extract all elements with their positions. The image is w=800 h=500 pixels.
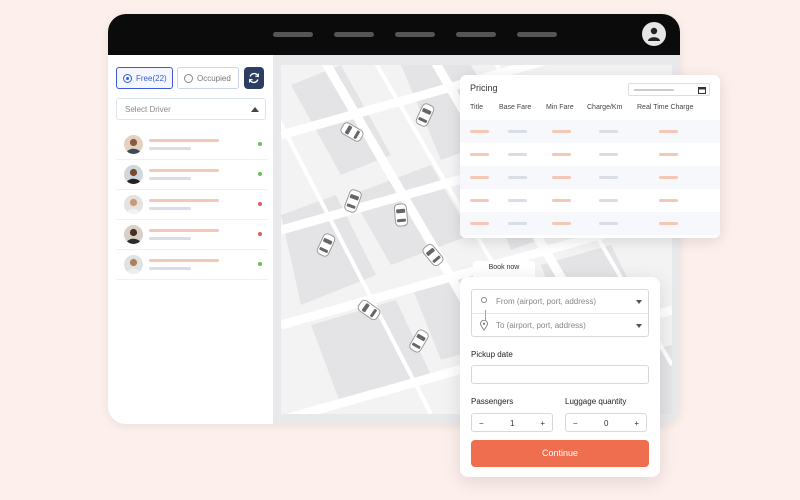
filter-occupied-radio[interactable]: Occupied (177, 67, 239, 89)
pricing-col-real-time-charge: Real Time Charge (637, 104, 694, 111)
driver-select-placeholder: Select Driver (125, 105, 171, 114)
luggage-minus-button[interactable]: − (573, 419, 578, 428)
origin-circle-icon (481, 297, 487, 303)
car-marker[interactable] (338, 120, 366, 144)
date-placeholder (634, 89, 674, 91)
tab-book-now[interactable]: Book now (473, 261, 535, 278)
pickup-date-input[interactable] (471, 365, 649, 384)
driver-avatar (124, 165, 143, 184)
pricing-date-input[interactable] (628, 83, 710, 96)
nav-item[interactable] (456, 32, 496, 37)
driver-detail-placeholder (149, 177, 191, 180)
pricing-col-charge-km: Charge/Km (587, 104, 623, 111)
car-marker[interactable] (420, 242, 446, 268)
pricing-row (460, 212, 720, 235)
passengers-value: 1 (510, 419, 515, 428)
radio-icon (123, 73, 132, 83)
pricing-col-min-fare: Min Fare (546, 104, 574, 111)
car-marker[interactable] (343, 188, 363, 214)
car-marker[interactable] (414, 101, 436, 129)
driver-name-placeholder (149, 229, 219, 232)
driver-row[interactable] (116, 190, 268, 220)
luggage-plus-button[interactable]: + (634, 419, 639, 428)
driver-name-placeholder (149, 139, 219, 142)
driver-select[interactable]: Select Driver (116, 98, 266, 120)
calendar-icon (698, 87, 706, 94)
driver-avatar (124, 225, 143, 244)
pricing-title: Pricing (470, 83, 498, 93)
luggage-stepper[interactable]: − 0 + (565, 413, 647, 432)
continue-button[interactable]: Continue (471, 440, 649, 467)
top-nav-bar (108, 14, 680, 55)
passengers-plus-button[interactable]: + (540, 419, 545, 428)
driver-detail-placeholder (149, 147, 191, 150)
pricing-row (460, 189, 720, 212)
driver-detail-placeholder (149, 237, 191, 240)
location-group: From (airport, port, address) To (airpor… (471, 289, 649, 337)
driver-detail-placeholder (149, 207, 191, 210)
pricing-col-base-fare: Base Fare (499, 104, 532, 111)
pricing-panel: Pricing Title Base Fare Min Fare Charge/… (460, 75, 720, 238)
radio-icon (184, 73, 193, 83)
user-profile-button[interactable] (642, 22, 666, 46)
status-dot-offline (258, 202, 262, 206)
passengers-minus-button[interactable]: − (479, 419, 484, 428)
driver-name-placeholder (149, 259, 219, 262)
driver-avatar (124, 135, 143, 154)
nav-item[interactable] (517, 32, 557, 37)
car-marker[interactable] (407, 327, 431, 355)
chevron-down-icon (636, 300, 642, 304)
driver-sidebar: Free(22) Occupied Select Driver (108, 55, 273, 424)
nav-item[interactable] (273, 32, 313, 37)
pricing-row (460, 143, 720, 166)
car-marker[interactable] (393, 203, 409, 227)
driver-row[interactable] (116, 220, 268, 250)
driver-row[interactable] (116, 160, 268, 190)
filter-free-label: Free(22) (136, 73, 167, 83)
refresh-icon (248, 72, 260, 84)
refresh-button[interactable] (244, 67, 264, 89)
driver-avatar (124, 195, 143, 214)
filter-free-radio[interactable]: Free(22) (116, 67, 173, 89)
luggage-value: 0 (604, 419, 609, 428)
caret-up-icon (251, 107, 259, 112)
from-address-select[interactable]: From (airport, port, address) (472, 290, 648, 314)
filter-occupied-label: Occupied (197, 73, 231, 83)
luggage-label: Luggage quantity (565, 397, 627, 406)
pricing-row (460, 166, 720, 189)
chevron-down-icon (636, 324, 642, 328)
driver-row[interactable] (116, 130, 268, 160)
driver-name-placeholder (149, 169, 219, 172)
status-dot-online (258, 142, 262, 146)
car-marker[interactable] (315, 231, 337, 259)
user-icon (648, 27, 660, 41)
pricing-row (460, 120, 720, 143)
nav-item[interactable] (395, 32, 435, 37)
car-marker[interactable] (356, 298, 382, 322)
driver-name-placeholder (149, 199, 219, 202)
driver-row[interactable] (116, 250, 268, 280)
driver-detail-placeholder (149, 267, 191, 270)
pickup-date-label: Pickup date (471, 350, 513, 359)
location-pin-icon (480, 320, 488, 331)
from-address-placeholder: From (airport, port, address) (496, 297, 597, 306)
driver-list (116, 130, 268, 280)
nav-item[interactable] (334, 32, 374, 37)
passengers-label: Passengers (471, 397, 514, 406)
status-dot-offline (258, 232, 262, 236)
to-address-select[interactable]: To (airport, port, address) (472, 314, 648, 338)
status-dot-online (258, 262, 262, 266)
booking-panel: From (airport, port, address) To (airpor… (460, 277, 660, 477)
status-dot-online (258, 172, 262, 176)
driver-avatar (124, 255, 143, 274)
passengers-stepper[interactable]: − 1 + (471, 413, 553, 432)
to-address-placeholder: To (airport, port, address) (496, 321, 586, 330)
pricing-col-title: Title (470, 104, 483, 111)
